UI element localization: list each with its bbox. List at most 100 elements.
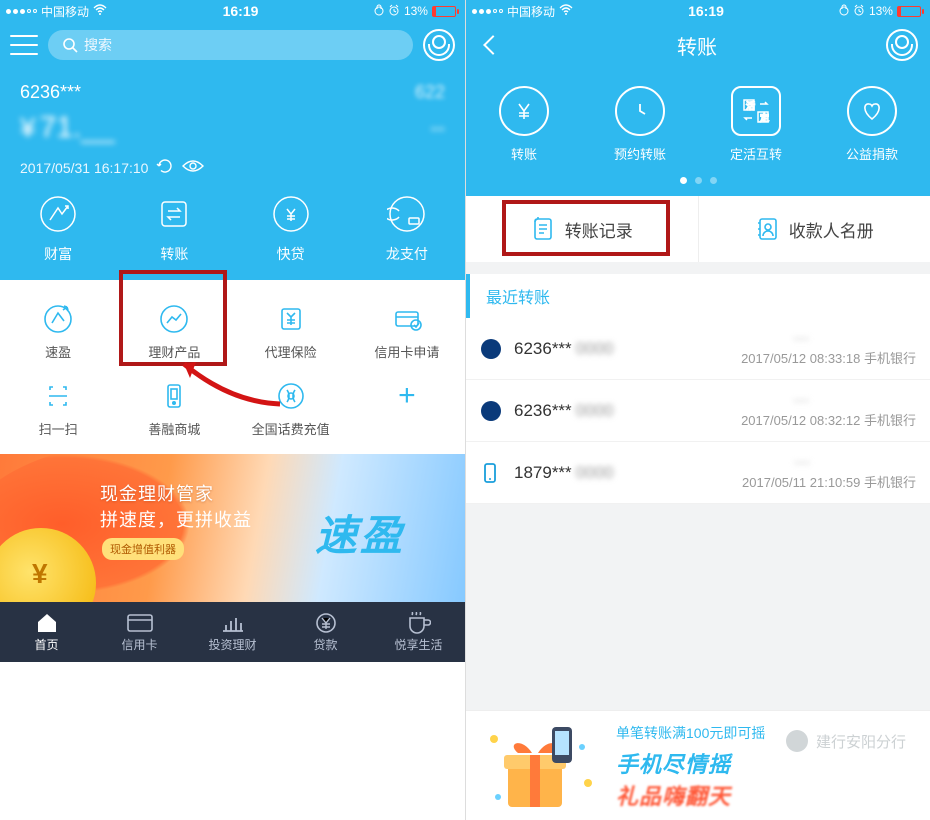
- status-bar: 中国移动 16:19 13%: [0, 0, 465, 22]
- transfer-time: 2017/05/12 08:33:18: [741, 351, 860, 366]
- next-account: 622: [415, 82, 445, 103]
- svg-text:活: 活: [746, 100, 755, 111]
- yen-circle-icon: [499, 86, 549, 136]
- right-blue-header: 中国移动 16:19 13% 转账 转账 预约转账: [466, 0, 930, 196]
- transfer-acct: 6236***: [514, 339, 572, 359]
- insurance-icon: [274, 302, 308, 336]
- transfer-amount: ---: [742, 454, 810, 472]
- promo-banner[interactable]: 现金理财管家 拼速度，更拼收益 现金增值利器 速盈: [0, 454, 465, 602]
- wifi-icon: [93, 4, 107, 18]
- yen-icon: [313, 612, 339, 634]
- gift-illustration-icon: [482, 719, 602, 815]
- rq-transfer-label: 转账: [466, 144, 582, 163]
- grid-add[interactable]: +: [349, 373, 465, 450]
- grid-suying[interactable]: 速盈: [0, 296, 116, 373]
- balance-right: --: [430, 115, 445, 141]
- account-masked: 6236***: [20, 82, 81, 103]
- btn-transfer-records-label: 转账记录: [565, 217, 633, 242]
- cup-icon: [406, 612, 432, 634]
- tab-credit[interactable]: 信用卡: [93, 602, 186, 662]
- search-input[interactable]: 搜索: [48, 30, 413, 60]
- banner-line2: 拼速度，更拼收益: [100, 506, 252, 532]
- left-blue-header: 中国移动 16:19 13% 搜索: [0, 0, 465, 280]
- quick-transfer[interactable]: 转账: [116, 192, 232, 264]
- grid-insurance-label: 代理保险: [233, 342, 349, 361]
- grid-mall-label: 善融商城: [116, 419, 232, 438]
- quick-pay[interactable]: 龙支付: [349, 192, 465, 264]
- status-time-r: 16:19: [688, 3, 724, 19]
- currency-symbol: ¥: [20, 112, 36, 143]
- status-carrier-r: 中国移动: [507, 3, 555, 20]
- quick-actions: 财富 转账 快贷 龙支付: [0, 192, 465, 280]
- transfer-acct: 6236***: [514, 401, 572, 421]
- rq-demand-fixed-label: 定活互转: [698, 144, 814, 163]
- search-placeholder: 搜索: [84, 35, 112, 55]
- tab-life[interactable]: 悦享生活: [372, 602, 465, 662]
- grid-cc-apply[interactable]: 信用卡申请: [349, 296, 465, 373]
- left-screen: 中国移动 16:19 13% 搜索: [0, 0, 465, 820]
- rq-schedule[interactable]: 预约转账: [582, 86, 698, 163]
- balance-row: ¥71.__ --: [0, 107, 465, 157]
- back-button[interactable]: [478, 32, 508, 58]
- bottom-promo[interactable]: 单笔转账满100元即可摇 手机尽情摇 礼品嗨翻天: [466, 710, 930, 820]
- account-row[interactable]: 6236*** 622: [0, 68, 465, 107]
- svg-text:定: 定: [760, 112, 769, 123]
- home-icon: [34, 612, 60, 634]
- grid-mall[interactable]: 善融商城: [116, 373, 232, 450]
- quick-loan[interactable]: 快贷: [233, 192, 349, 264]
- transfer-channel: 手机银行: [864, 351, 916, 366]
- alarm-icon: [388, 4, 400, 19]
- battery-pct: 13%: [404, 4, 428, 18]
- customer-service-icon[interactable]: [423, 29, 455, 61]
- transfer-item[interactable]: 1879***0000 --- 2017/05/11 21:10:59 手机银行: [466, 442, 930, 504]
- battery-icon: [897, 6, 924, 17]
- battery-pct-r: 13%: [869, 4, 893, 18]
- heart-icon: [847, 86, 897, 136]
- ccb-logo-icon: [480, 338, 502, 360]
- quick-wealth-label: 财富: [0, 244, 116, 264]
- transfer-time: 2017/05/11 21:10:59: [742, 475, 860, 490]
- scan-icon: [41, 379, 75, 413]
- eye-icon[interactable]: [182, 159, 204, 176]
- quick-wealth[interactable]: 财富: [0, 192, 116, 264]
- grid-insurance[interactable]: 代理保险: [233, 296, 349, 373]
- chevron-left-icon: [483, 35, 503, 55]
- tab-loan[interactable]: 贷款: [279, 602, 372, 662]
- grid-licai[interactable]: 理财产品: [116, 296, 232, 373]
- banner-big: 速盈: [315, 502, 405, 563]
- rq-transfer[interactable]: 转账: [466, 86, 582, 163]
- grid-scan[interactable]: 扫一扫: [0, 373, 116, 450]
- promo-line1: 单笔转账满100元即可摇: [616, 723, 914, 743]
- wifi-icon: [559, 4, 573, 18]
- tab-invest[interactable]: 投资理财: [186, 602, 279, 662]
- search-icon: [62, 37, 78, 53]
- transfer-amount: ---: [741, 330, 809, 348]
- grid-topup[interactable]: 全国话费充值: [233, 373, 349, 450]
- refresh-icon[interactable]: [156, 157, 174, 178]
- alarm-icon: [853, 4, 865, 19]
- tab-loan-label: 贷款: [313, 636, 337, 653]
- tab-credit-label: 信用卡: [121, 636, 157, 653]
- wealth-icon: [36, 192, 80, 236]
- btn-payee-list[interactable]: 收款人名册: [699, 196, 930, 262]
- status-time: 16:19: [223, 3, 259, 19]
- transfer-icon: [152, 192, 196, 236]
- customer-service-icon[interactable]: [886, 29, 918, 61]
- topup-icon: [274, 379, 308, 413]
- last-refresh-time: 2017/05/31 16:17:10: [20, 160, 148, 176]
- rq-demand-fixed[interactable]: 活定 定活互转: [698, 86, 814, 163]
- rq-charity[interactable]: 公益捐款: [814, 86, 930, 163]
- balance-value: 71.__: [40, 111, 115, 144]
- menu-icon[interactable]: [10, 35, 38, 55]
- btn-transfer-records[interactable]: 转账记录: [466, 196, 698, 262]
- dragon-pay-icon: [385, 192, 429, 236]
- transfer-list: 6236***0000 --- 2017/05/12 08:33:18 手机银行…: [466, 318, 930, 504]
- grid-topup-label: 全国话费充值: [233, 419, 349, 438]
- transfer-item[interactable]: 6236***0000 --- 2017/05/12 08:32:12 手机银行: [466, 380, 930, 442]
- tab-home[interactable]: 首页: [0, 602, 93, 662]
- quick-loan-label: 快贷: [233, 244, 349, 264]
- transfer-item[interactable]: 6236***0000 --- 2017/05/12 08:33:18 手机银行: [466, 318, 930, 380]
- transfer-acct: 1879***: [514, 463, 572, 483]
- phone-icon: [480, 462, 502, 484]
- chart-icon: [220, 612, 246, 634]
